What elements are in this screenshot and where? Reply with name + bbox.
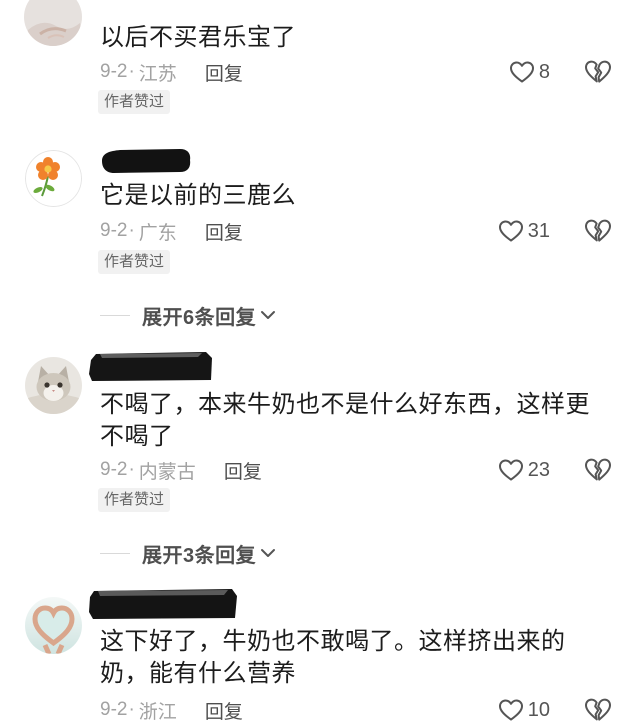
like-button[interactable]: 31: [498, 217, 550, 245]
meta-separator: ·: [128, 699, 135, 720]
like-count: 8: [538, 60, 550, 83]
dislike-button[interactable]: [584, 456, 612, 484]
comment-location: 内蒙古: [138, 461, 196, 483]
divider-line: [100, 314, 130, 316]
comment-meta: 9-2 · 江苏 回复 8: [100, 58, 640, 86]
comment-meta: 9-2 · 广东 回复 31: [100, 217, 640, 245]
redacted-username[interactable]: [88, 588, 238, 620]
comment-text-line: 这下好了，牛奶也不敢喝了。这样挤出来的: [100, 628, 566, 655]
divider-line: [100, 552, 130, 554]
heart-icon: [498, 219, 524, 243]
like-count: 31: [527, 219, 550, 242]
heart-icon: [509, 60, 535, 84]
broken-heart-icon: [584, 457, 612, 483]
comment-text[interactable]: 这下好了，牛奶也不敢喝了。这样挤出来的 奶，能有什么营养: [100, 626, 566, 690]
dislike-button[interactable]: [584, 217, 612, 245]
dislike-button[interactable]: [584, 696, 612, 724]
reply-button[interactable]: 回复: [205, 218, 243, 245]
comment-text[interactable]: 它是以前的三鹿么: [100, 180, 296, 212]
like-button[interactable]: 23: [498, 456, 550, 484]
avatar-container: [23, 0, 83, 46]
like-count: 10: [527, 698, 550, 721]
heart-icon: [498, 698, 524, 722]
meta-separator: ·: [128, 61, 135, 82]
expand-replies-label: 展开6条回复: [142, 306, 257, 329]
broken-heart-icon: [584, 59, 612, 85]
reply-button[interactable]: 回复: [224, 457, 262, 484]
author-liked-badge: 作者赞过: [98, 90, 171, 114]
reply-button[interactable]: 回复: [205, 697, 243, 724]
comment-text-line: 不喝了，本来牛奶也不是什么好东西，这样更: [100, 391, 590, 418]
meta-separator: ·: [128, 459, 135, 480]
comment-date: 9-2: [100, 61, 128, 82]
comment-text-line: 它是以前的三鹿么: [100, 182, 296, 209]
comment-text[interactable]: 不喝了，本来牛奶也不是什么好东西，这样更 不喝了: [100, 389, 590, 453]
chevron-down-icon: [260, 309, 276, 321]
broken-heart-icon: [584, 697, 612, 723]
comment-meta: 9-2 · 内蒙古 回复 23: [100, 456, 640, 484]
dislike-button[interactable]: [584, 58, 612, 86]
author-liked-badge: 作者赞过: [98, 250, 171, 274]
comment-location: 浙江: [138, 701, 177, 723]
expand-replies-button[interactable]: 展开3条回复: [100, 540, 276, 567]
redacted-username[interactable]: [88, 352, 214, 382]
like-count: 23: [527, 458, 550, 481]
comment-meta: 9-2 · 浙江 回复 10: [100, 696, 640, 724]
comment-location: 江苏: [138, 63, 177, 85]
comment-text-line: 以后不买君乐宝了: [100, 24, 296, 51]
comment-text-line: 奶，能有什么营养: [100, 660, 296, 687]
meta-separator: ·: [128, 220, 135, 241]
avatar[interactable]: [25, 597, 82, 654]
expand-replies-button[interactable]: 展开6条回复: [100, 302, 276, 329]
avatar[interactable]: [24, 0, 82, 46]
chevron-down-icon: [260, 547, 276, 559]
comment-text[interactable]: 以后不买君乐宝了: [100, 22, 296, 54]
heart-icon: [498, 458, 524, 482]
expand-replies-label: 展开3条回复: [142, 544, 257, 567]
reply-button[interactable]: 回复: [205, 59, 243, 86]
comment-text-line: 不喝了: [100, 423, 174, 450]
like-button[interactable]: 8: [509, 58, 550, 86]
comment-date: 9-2: [100, 699, 128, 720]
comment-location: 广东: [138, 222, 177, 244]
avatar[interactable]: [25, 150, 82, 207]
comment-date: 9-2: [100, 220, 128, 241]
comment-date: 9-2: [100, 459, 128, 480]
like-button[interactable]: 10: [498, 696, 550, 724]
avatar[interactable]: [25, 357, 82, 414]
redacted-username[interactable]: [100, 148, 192, 174]
broken-heart-icon: [584, 218, 612, 244]
author-liked-badge: 作者赞过: [98, 488, 171, 512]
